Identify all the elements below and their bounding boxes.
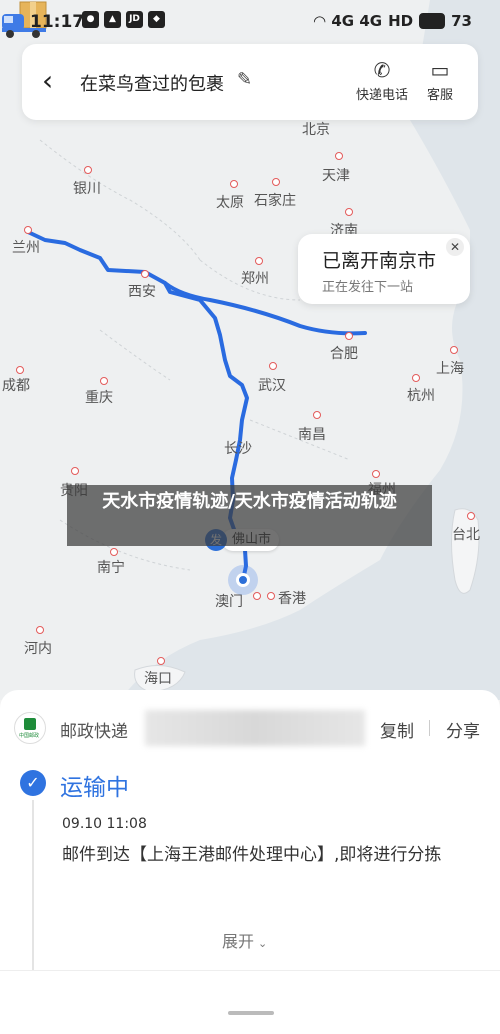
- courier-phone-button[interactable]: ✆ 快递电话: [356, 58, 408, 103]
- event-time: 09.10 11:08: [62, 816, 147, 832]
- city-label: 杭州: [407, 388, 435, 404]
- city-label: 长沙: [224, 441, 252, 457]
- city-label: 兰州: [12, 240, 40, 256]
- share-button[interactable]: 分享: [446, 717, 480, 742]
- city-label: 海口: [144, 671, 172, 687]
- city-dot: [71, 467, 79, 475]
- city-dot: [157, 657, 165, 665]
- city-dot: [313, 411, 321, 419]
- copy-button[interactable]: 复制: [380, 717, 414, 742]
- city-dot: [335, 152, 343, 160]
- expand-button[interactable]: 展开 ⌄: [222, 928, 267, 952]
- status-right: ◠ 4G 4G HD 73: [314, 12, 472, 30]
- customer-service-label: 客服: [427, 88, 454, 103]
- city-dot: [110, 548, 118, 556]
- city-label: 武汉: [258, 378, 286, 394]
- top-bar: ‹ 在菜鸟查过的包裹 ✎ ✆ 快递电话 ▭ 客服: [22, 44, 478, 120]
- status-bubble[interactable]: 已离开南京市 正在发往下一站 ✕: [298, 234, 470, 304]
- location-dot-icon: [228, 565, 258, 595]
- notification-icon: ▲: [104, 11, 121, 28]
- battery-level: 73: [451, 12, 472, 30]
- city-dot: [100, 377, 108, 385]
- city-dot: [16, 366, 24, 374]
- city-label: 香港: [278, 591, 306, 607]
- chevron-down-icon: ⌄: [258, 937, 268, 950]
- courier-phone-label: 快递电话: [356, 88, 409, 103]
- expand-label: 展开: [222, 932, 255, 951]
- city-dot: [467, 512, 475, 520]
- notification-icon: ◆: [148, 11, 165, 28]
- city-label: 石家庄: [254, 193, 296, 209]
- status-time: 11:17: [30, 12, 85, 32]
- chat-icon: ▭: [430, 58, 450, 82]
- city-dot: [345, 208, 353, 216]
- city-dot: [272, 178, 280, 186]
- city-label: 太原: [216, 195, 244, 211]
- city-dot: [255, 257, 263, 265]
- city-dot: [230, 180, 238, 188]
- city-dot: [141, 270, 149, 278]
- city-label: 天津: [322, 168, 350, 184]
- city-dot: [269, 362, 277, 370]
- event-detail: 邮件到达【上海王港邮件处理中心】,即将进行分拣: [62, 845, 442, 865]
- logo-text: 中国邮政: [19, 733, 40, 739]
- customer-service-button[interactable]: ▭ 客服: [427, 58, 453, 103]
- city-label: 郑州: [241, 271, 269, 287]
- city-label: 河内: [24, 641, 52, 657]
- notification-icons: ● ▲ JD ◆: [82, 11, 165, 28]
- carrier-name: 邮政快递: [60, 722, 128, 742]
- city-dot: [267, 592, 275, 600]
- china-post-logo: 中国邮政: [14, 712, 46, 744]
- pencil-icon[interactable]: ✎: [237, 69, 252, 90]
- city-dot: [412, 374, 420, 382]
- timeline-line: [32, 800, 34, 980]
- city-label: 成都: [2, 378, 30, 394]
- tracking-number-redacted: [145, 710, 365, 746]
- city-label: 台北: [452, 527, 480, 543]
- chevron-left-icon[interactable]: ‹: [42, 66, 53, 96]
- city-dot: [372, 470, 380, 478]
- network-label: 4G 4G: [331, 12, 383, 30]
- battery-icon: [419, 13, 446, 29]
- check-circle-icon: ✓: [20, 770, 46, 796]
- shipment-status: 运输中: [60, 775, 129, 801]
- status-bar: 11:17 ● ▲ JD ◆ ◠ 4G 4G HD 73: [0, 0, 500, 44]
- close-icon[interactable]: ✕: [446, 238, 464, 256]
- city-dot: [36, 626, 44, 634]
- divider: [429, 720, 430, 736]
- notification-icon: ●: [82, 11, 99, 28]
- city-label: 北京: [302, 122, 330, 138]
- city-dot: [253, 592, 261, 600]
- city-dot: [450, 346, 458, 354]
- home-indicator[interactable]: [228, 1011, 274, 1015]
- phone-icon: ✆: [373, 58, 391, 82]
- bubble-subtitle: 正在发往下一站: [322, 280, 414, 295]
- city-label: 重庆: [85, 390, 113, 406]
- hd-label: HD: [388, 12, 414, 30]
- page-title: 在菜鸟查过的包裹: [80, 74, 224, 95]
- city-label: 西安: [128, 284, 156, 300]
- watermark-banner: 天水市疫情轨迹/天水市疫情活动轨迹: [67, 485, 432, 546]
- city-dot: [345, 332, 353, 340]
- city-label: 上海: [436, 361, 464, 377]
- notification-icon: JD: [126, 11, 143, 28]
- city-label: 银川: [73, 181, 101, 197]
- city-label: 合肥: [330, 346, 358, 362]
- wifi-icon: ◠: [313, 12, 326, 30]
- city-label: 南宁: [97, 560, 125, 576]
- home-indicator-bar: [0, 970, 500, 1034]
- city-dot: [24, 226, 32, 234]
- bubble-title: 已离开南京市: [322, 250, 437, 272]
- city-label: 南昌: [298, 427, 326, 443]
- city-dot: [84, 166, 92, 174]
